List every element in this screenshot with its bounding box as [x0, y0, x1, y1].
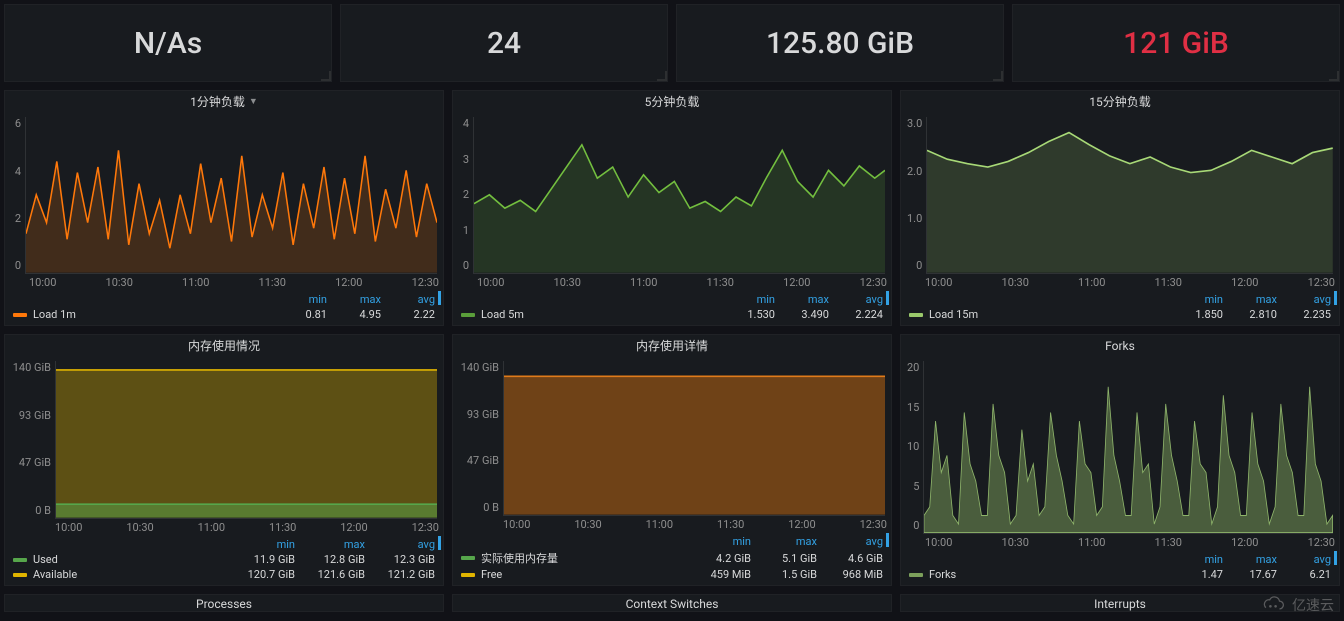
- chart-panel-mem-detail[interactable]: 内存使用详情 140 GiB93 GiB47 GiB0 B 10:0010:30…: [452, 334, 892, 586]
- legend-row[interactable]: Load 15m 1.8502.8102.235: [909, 306, 1331, 321]
- resize-handle-icon[interactable]: [1329, 71, 1339, 81]
- panel-title[interactable]: 15分钟负载: [901, 91, 1339, 111]
- legend-name: Used: [33, 553, 58, 566]
- cloud-icon: [1260, 596, 1286, 614]
- legend: minmaxavg Load 1m 0.814.952.22: [5, 291, 443, 325]
- stat-value: 125.80 GiB: [766, 26, 914, 61]
- panel-title[interactable]: Processes: [5, 595, 443, 613]
- legend-name: Load 5m: [481, 308, 524, 321]
- panel-title-text: Context Switches: [626, 597, 719, 611]
- plot-area[interactable]: [55, 361, 437, 519]
- panel-title-text: Interrupts: [1094, 597, 1146, 611]
- color-swatch: [461, 573, 475, 577]
- panel-title-text: 15分钟负载: [1089, 95, 1151, 109]
- x-axis: 10:0010:3011:0011:3012:0012:30: [901, 534, 1339, 551]
- chart-panel-load1[interactable]: 1分钟负载 ▼ 6420 10:0010:3011:0011:3012:0012…: [4, 90, 444, 326]
- color-swatch: [13, 558, 27, 562]
- plot-area[interactable]: [926, 117, 1333, 274]
- legend-row[interactable]: Available 120.7 GiB121.6 GiB121.2 GiB: [13, 566, 435, 581]
- color-swatch: [13, 313, 27, 317]
- panel-title[interactable]: Context Switches: [453, 595, 891, 613]
- resize-handle-icon[interactable]: [657, 71, 667, 81]
- plot-area[interactable]: [473, 117, 885, 274]
- plot-area[interactable]: [503, 361, 885, 516]
- stat-value: N/As: [134, 26, 202, 61]
- x-axis: 10:0010:3011:0011:3012:0012:30: [453, 274, 891, 291]
- dashboard-grid: N/As 24 125.80 GiB 121 GiB 1分钟负载 ▼ 6420: [0, 0, 1344, 616]
- legend-row[interactable]: 实际使用内存量 4.2 GiB5.1 GiB4.6 GiB: [461, 548, 883, 566]
- panel-title-text: 1分钟负载: [190, 95, 245, 109]
- panel-title-text: 内存使用详情: [636, 339, 708, 353]
- chart-panel-mem-usage[interactable]: 内存使用情况 140 GiB93 GiB47 GiB0 B 10:0010:30…: [4, 334, 444, 586]
- legend-row[interactable]: Used 11.9 GiB12.8 GiB12.3 GiB: [13, 551, 435, 566]
- chart-body: 20151050: [901, 355, 1339, 534]
- legend: minmaxavg Used 11.9 GiB12.8 GiB12.3 GiB …: [5, 536, 443, 585]
- chart-body: 43210: [453, 111, 891, 274]
- legend: minmaxavg Forks 1.4717.676.21: [901, 551, 1339, 585]
- y-axis: 6420: [11, 117, 25, 274]
- panel-title[interactable]: 内存使用情况: [5, 335, 443, 355]
- stat-value: 24: [487, 26, 521, 61]
- legend-row[interactable]: Forks 1.4717.676.21: [909, 566, 1331, 581]
- legend-row[interactable]: Free 459 MiB1.5 GiB968 MiB: [461, 566, 883, 581]
- legend-row[interactable]: Load 1m 0.814.952.22: [13, 306, 435, 321]
- chart-body: 3.02.01.00: [901, 111, 1339, 274]
- chart-body: 6420: [5, 111, 443, 274]
- stat-panel-free-mem[interactable]: 121 GiB: [1012, 4, 1340, 82]
- chart-body: 140 GiB93 GiB47 GiB0 B: [453, 355, 891, 516]
- stat-panel-total-mem[interactable]: 125.80 GiB: [676, 4, 1004, 82]
- legend-name: Load 1m: [33, 308, 76, 321]
- panel-title[interactable]: Forks: [901, 335, 1339, 355]
- chart-panel-load15[interactable]: 15分钟负载 3.02.01.00 10:0010:3011:0011:3012…: [900, 90, 1340, 326]
- panel-title-text: Forks: [1105, 339, 1135, 353]
- panel-title[interactable]: 5分钟负载: [453, 91, 891, 111]
- chart-panel-forks[interactable]: Forks 20151050 10:0010:3011:0011:3012:00…: [900, 334, 1340, 586]
- panel-title-text: Processes: [196, 597, 252, 611]
- plot-area[interactable]: [923, 361, 1333, 534]
- y-axis: 3.02.01.00: [907, 117, 926, 274]
- resize-handle-icon[interactable]: [321, 71, 331, 81]
- stat-panel-uptime[interactable]: N/As: [4, 4, 332, 82]
- legend: minmaxavg 实际使用内存量 4.2 GiB5.1 GiB4.6 GiB …: [453, 533, 891, 585]
- legend-row[interactable]: Load 5m 1.5303.4902.224: [461, 306, 883, 321]
- y-axis: 43210: [459, 117, 473, 274]
- panel-title[interactable]: 1分钟负载 ▼: [5, 91, 443, 111]
- panel-title[interactable]: 内存使用详情: [453, 335, 891, 355]
- plot-area[interactable]: [25, 117, 437, 274]
- color-swatch: [909, 573, 923, 577]
- chevron-down-icon: ▼: [249, 97, 258, 108]
- x-axis: 10:0010:3011:0011:3012:0012:30: [5, 274, 443, 291]
- stat-value: 121 GiB: [1123, 26, 1229, 61]
- stat-panel-cores[interactable]: 24: [340, 4, 668, 82]
- x-axis: 10:0010:3011:0011:3012:0012:30: [901, 274, 1339, 291]
- color-swatch: [13, 573, 27, 577]
- y-axis: 140 GiB93 GiB47 GiB0 B: [459, 361, 503, 516]
- legend-name: 实际使用内存量: [481, 550, 558, 566]
- chart-panel-load5[interactable]: 5分钟负载 43210 10:0010:3011:0011:3012:0012:…: [452, 90, 892, 326]
- color-swatch: [461, 313, 475, 317]
- resize-handle-icon[interactable]: [993, 71, 1003, 81]
- chart-body: 140 GiB93 GiB47 GiB0 B: [5, 355, 443, 519]
- panel-title-text: 5分钟负载: [645, 95, 700, 109]
- watermark-text: 亿速云: [1292, 595, 1334, 615]
- chart-panel-processes[interactable]: Processes: [4, 594, 444, 612]
- watermark: 亿速云: [1260, 595, 1334, 615]
- legend: minmaxavg Load 5m 1.5303.4902.224: [453, 291, 891, 325]
- legend-name: Forks: [929, 568, 956, 581]
- y-axis: 140 GiB93 GiB47 GiB0 B: [11, 361, 55, 519]
- panel-title-text: 内存使用情况: [188, 339, 260, 353]
- legend-name: Available: [33, 568, 77, 581]
- x-axis: 10:0010:3011:0011:3012:0012:30: [453, 516, 891, 533]
- legend: minmaxavg Load 15m 1.8502.8102.235: [901, 291, 1339, 325]
- x-axis: 10:0010:3011:0011:3012:0012:30: [5, 519, 443, 536]
- legend-name: Free: [481, 568, 502, 581]
- y-axis: 20151050: [907, 361, 923, 534]
- legend-name: Load 15m: [929, 308, 978, 321]
- color-swatch: [909, 313, 923, 317]
- chart-panel-context-switches[interactable]: Context Switches: [452, 594, 892, 612]
- color-swatch: [461, 556, 475, 560]
